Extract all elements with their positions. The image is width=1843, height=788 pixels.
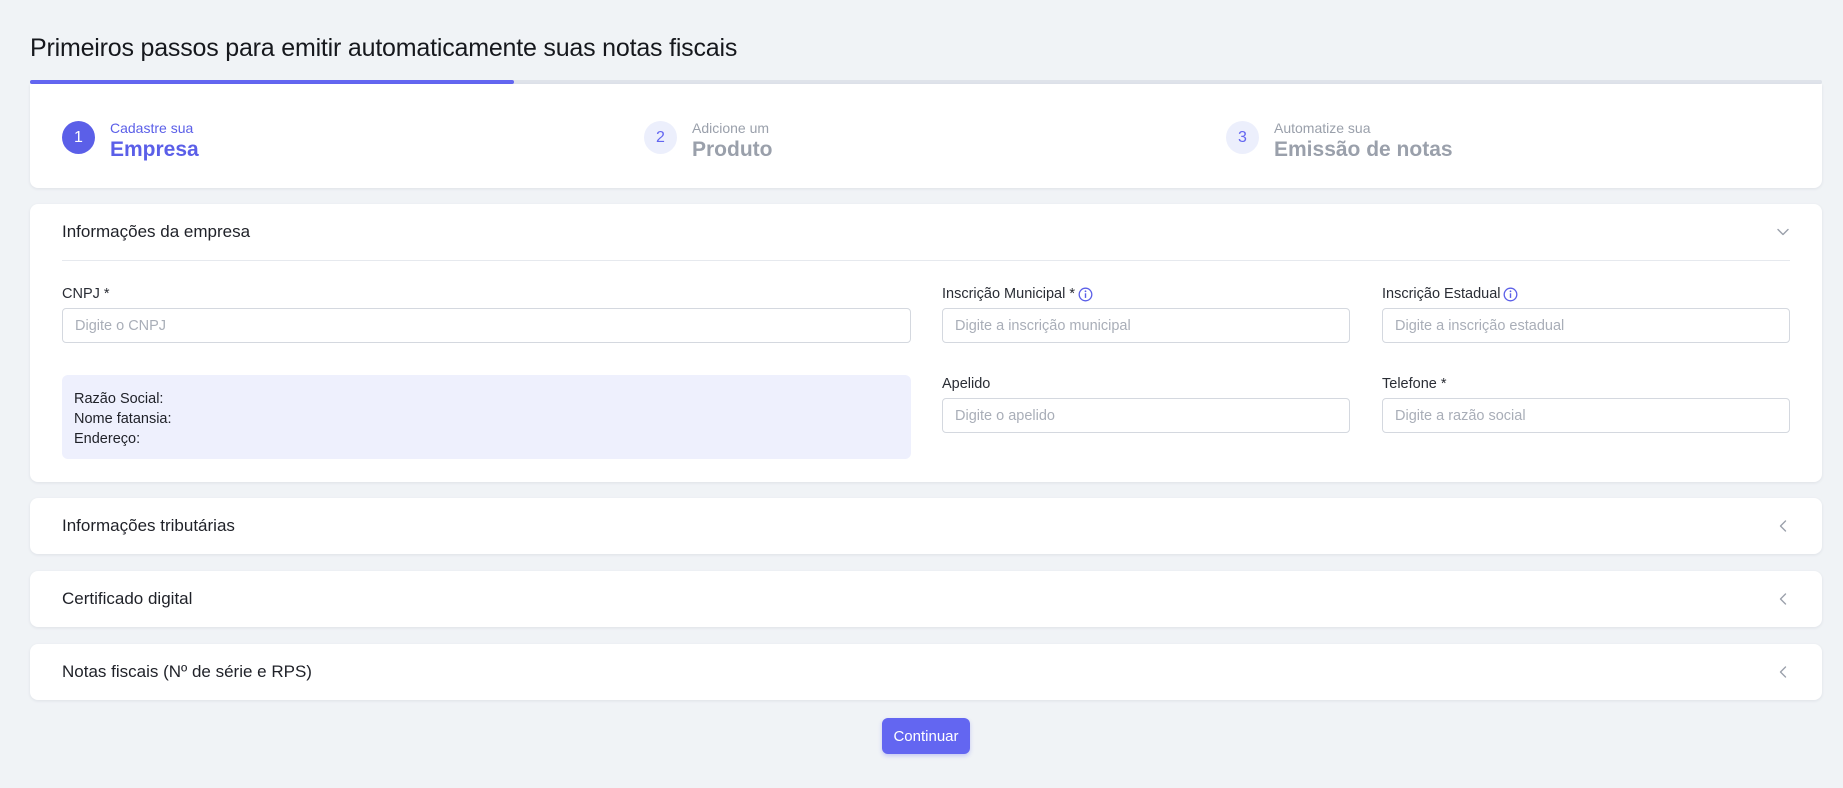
digital-certificate-header[interactable]: Certificado digital [62, 571, 1790, 627]
step-title: Emissão de notas [1274, 138, 1453, 161]
inscricao-estadual-label: Inscrição Estadual [1382, 286, 1518, 302]
step-number: 1 [62, 121, 95, 154]
continue-button[interactable]: Continuar [882, 718, 970, 754]
digital-certificate-section: Certificado digital [30, 571, 1822, 627]
step-subtitle: Adicione um [692, 120, 770, 136]
apelido-label: Apelido [942, 376, 990, 392]
company-info-header[interactable]: Informações da empresa [62, 204, 1790, 260]
inscricao-municipal-input[interactable] [942, 308, 1350, 343]
step-subtitle: Automatize sua [1274, 120, 1371, 136]
nome-fantasia-line: Nome fatansia: [74, 411, 172, 427]
onboarding-page: Primeiros passos para emitir automaticam… [0, 0, 1843, 788]
section-divider [62, 260, 1790, 261]
company-info-section: Informações da empresa CNPJ * Inscrição … [30, 204, 1822, 482]
section-title: Notas fiscais (Nº de série e RPS) [62, 662, 312, 681]
tax-info-section: Informações tributárias [30, 498, 1822, 554]
step-emissao[interactable]: 3 Automatize sua Emissão de notas [1226, 120, 1453, 163]
step-number: 3 [1226, 121, 1259, 154]
tax-info-header[interactable]: Informações tributárias [62, 498, 1790, 554]
chevron-left-icon[interactable] [1776, 665, 1790, 679]
inscricao-municipal-label-text: Inscrição Municipal * [942, 286, 1075, 302]
inscricao-estadual-label-text: Inscrição Estadual [1382, 286, 1501, 302]
chevron-left-icon[interactable] [1776, 519, 1790, 533]
step-title: Empresa [110, 138, 199, 161]
telefone-input[interactable] [1382, 398, 1790, 433]
cnpj-label-text: CNPJ * [62, 286, 110, 302]
chevron-left-icon[interactable] [1776, 592, 1790, 606]
section-title: Informações tributárias [62, 516, 235, 535]
section-title: Informações da empresa [62, 222, 251, 241]
steps-card: 1 Cadastre sua Empresa 2 Adicione um Pro… [30, 84, 1822, 188]
apelido-label-text: Apelido [942, 376, 991, 392]
section-title: Certificado digital [62, 589, 193, 608]
company-lookup-info-box: Razão Social: Nome fatansia: Endereço: [62, 375, 911, 459]
inscricao-estadual-input[interactable] [1382, 308, 1790, 343]
chevron-down-icon[interactable] [1776, 225, 1790, 239]
cnpj-label: CNPJ * [62, 286, 110, 302]
razao-social-line: Razão Social: [74, 391, 164, 407]
step-subtitle: Cadastre sua [110, 120, 194, 136]
invoice-series-section: Notas fiscais (Nº de série e RPS) [30, 644, 1822, 700]
inscricao-municipal-label: Inscrição Municipal * [942, 286, 1093, 302]
step-title: Produto [692, 138, 773, 161]
info-icon[interactable] [1078, 287, 1093, 302]
info-icon[interactable] [1503, 287, 1518, 302]
apelido-input[interactable] [942, 398, 1350, 433]
telefone-label-text: Telefone * [1382, 376, 1447, 392]
endereco-line: Endereço: [74, 431, 141, 447]
step-produto[interactable]: 2 Adicione um Produto [644, 120, 772, 163]
cnpj-input[interactable] [62, 308, 911, 343]
telefone-label: Telefone * [1382, 376, 1447, 392]
step-number: 2 [644, 121, 677, 154]
invoice-series-header[interactable]: Notas fiscais (Nº de série e RPS) [62, 644, 1790, 700]
page-title: Primeiros passos para emitir automaticam… [30, 34, 738, 62]
step-empresa[interactable]: 1 Cadastre sua Empresa [62, 120, 199, 163]
